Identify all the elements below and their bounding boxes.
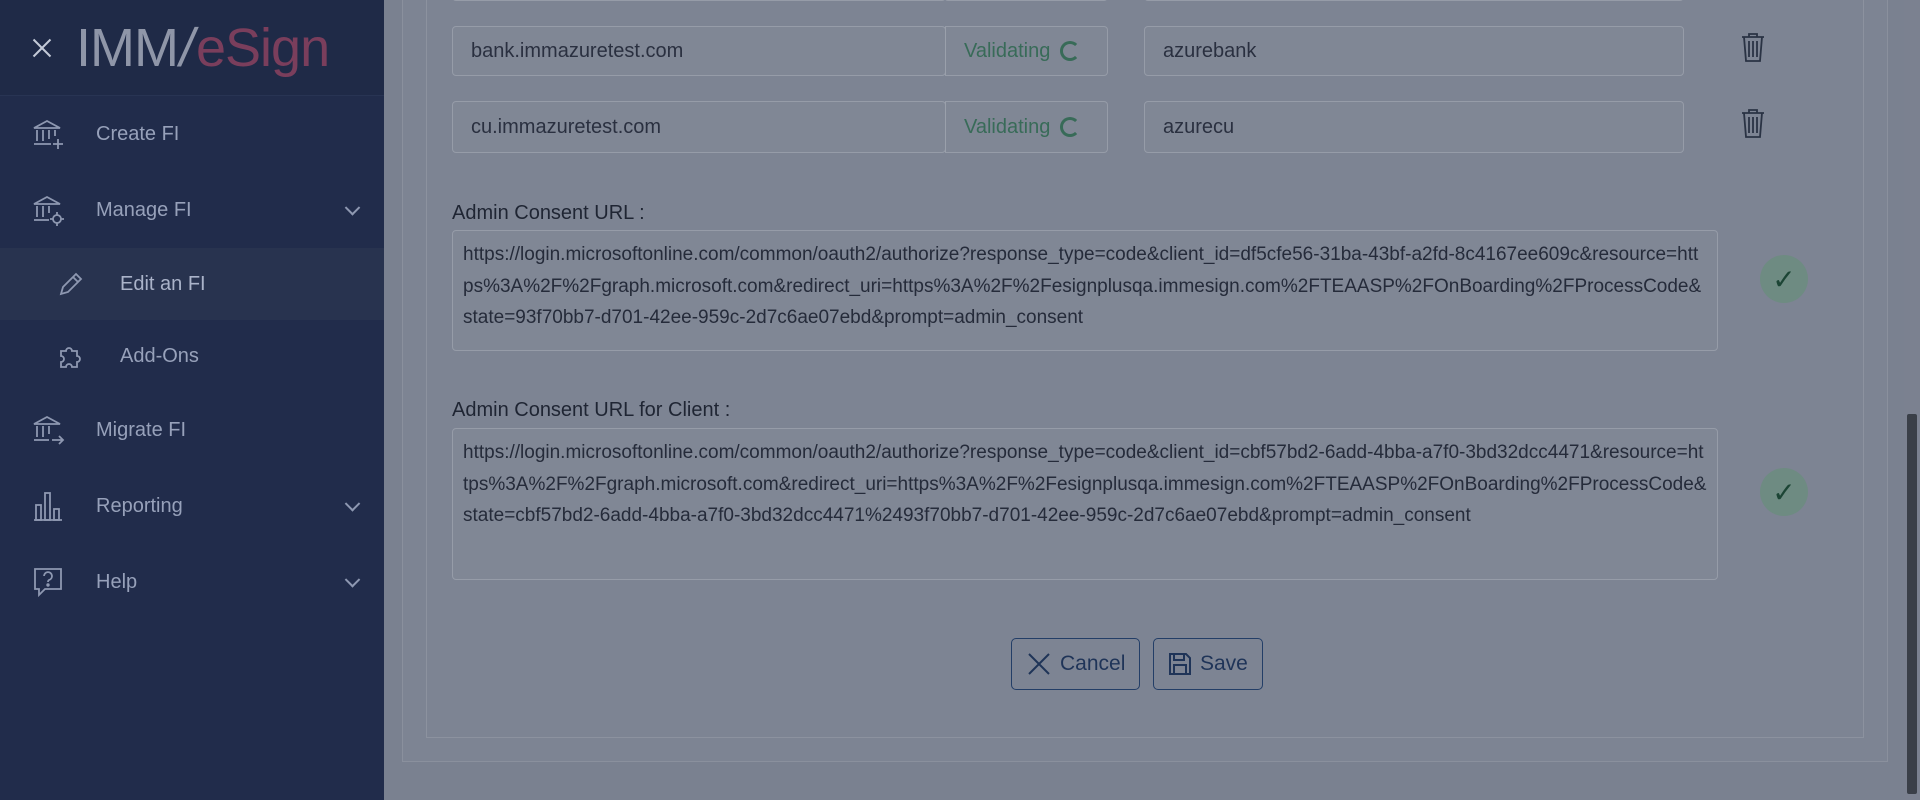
save-button[interactable]: Save: [1153, 638, 1263, 690]
admin-consent-client-url[interactable]: https://login.microsoftonline.com/common…: [452, 428, 1718, 580]
main-content: bank.immazuretest.com Validating azureba…: [384, 0, 1904, 800]
validating-label: Validating: [964, 115, 1051, 138]
sidebar-item-reporting[interactable]: Reporting: [0, 468, 384, 544]
close-icon[interactable]: [28, 34, 56, 62]
trash-icon[interactable]: [1740, 31, 1766, 63]
sidebar-header: IMM / eSign: [0, 0, 384, 96]
sidebar-item-label: Edit an FI: [120, 272, 206, 295]
help-bubble-icon: [30, 564, 66, 600]
admin-consent-url[interactable]: https://login.microsoftonline.com/common…: [452, 230, 1718, 351]
pencil-icon: [56, 269, 86, 299]
domain-input[interactable]: bank.immazuretest.com: [452, 26, 946, 76]
sidebar-item-manage-fi[interactable]: Manage FI: [0, 172, 384, 248]
logo-esign: eSign: [195, 17, 330, 78]
admin-consent-label: Admin Consent URL :: [452, 202, 645, 224]
validating-field-partial: [944, 0, 1108, 1]
domain-field-partial[interactable]: [452, 0, 946, 1]
sidebar-item-label: Reporting: [96, 494, 183, 517]
cancel-label: Cancel: [1060, 652, 1126, 675]
sidebar-item-help[interactable]: Help: [0, 544, 384, 620]
bar-chart-icon: [30, 488, 66, 524]
logo-imm: IMM: [76, 17, 179, 78]
spinner-icon: [1060, 117, 1081, 137]
alias-input[interactable]: azurecu: [1144, 101, 1684, 153]
validating-status: Validating: [945, 101, 1108, 153]
sidebar-item-add-ons[interactable]: Add-Ons: [0, 320, 384, 392]
scrollbar[interactable]: [1904, 0, 1920, 800]
puzzle-icon: [56, 341, 86, 371]
chevron-down-icon: [344, 572, 361, 588]
chevron-down-icon: [344, 200, 361, 216]
bank-settings-icon: [30, 192, 66, 228]
spinner-icon: [1060, 41, 1081, 61]
sidebar-item-create-fi[interactable]: Create FI: [0, 96, 384, 172]
sidebar-item-label: Add-Ons: [120, 344, 199, 367]
cancel-button[interactable]: Cancel: [1011, 638, 1141, 690]
alias-input[interactable]: azurebank: [1144, 26, 1684, 76]
save-label: Save: [1200, 652, 1248, 675]
bank-add-icon: [30, 116, 66, 152]
validating-label: Validating: [964, 39, 1051, 62]
floppy-disk-icon: [1169, 653, 1191, 675]
bank-migrate-icon: [30, 412, 66, 448]
sidebar: IMM / eSign Create FI Manage FI Edit an …: [0, 0, 384, 800]
sidebar-item-label: Manage FI: [96, 198, 192, 221]
sidebar-item-label: Help: [96, 570, 138, 593]
check-icon[interactable]: ✓: [1760, 255, 1808, 303]
validating-status: Validating: [945, 26, 1108, 76]
sidebar-item-label: Migrate FI: [96, 418, 187, 441]
alias-field-partial[interactable]: [1144, 0, 1684, 1]
sidebar-item-migrate-fi[interactable]: Migrate FI: [0, 392, 384, 468]
admin-consent-client-label: Admin Consent URL for Client :: [452, 399, 731, 421]
scrollbar-thumb[interactable]: [1907, 414, 1917, 794]
sidebar-item-label: Create FI: [96, 122, 180, 145]
close-icon: [1028, 653, 1050, 675]
check-icon[interactable]: ✓: [1760, 468, 1808, 516]
logo: IMM / eSign: [76, 17, 330, 79]
chevron-down-icon: [344, 496, 361, 512]
sidebar-item-edit-fi[interactable]: Edit an FI: [0, 248, 384, 320]
trash-icon[interactable]: [1740, 107, 1766, 139]
domain-input[interactable]: cu.immazuretest.com: [452, 101, 946, 153]
